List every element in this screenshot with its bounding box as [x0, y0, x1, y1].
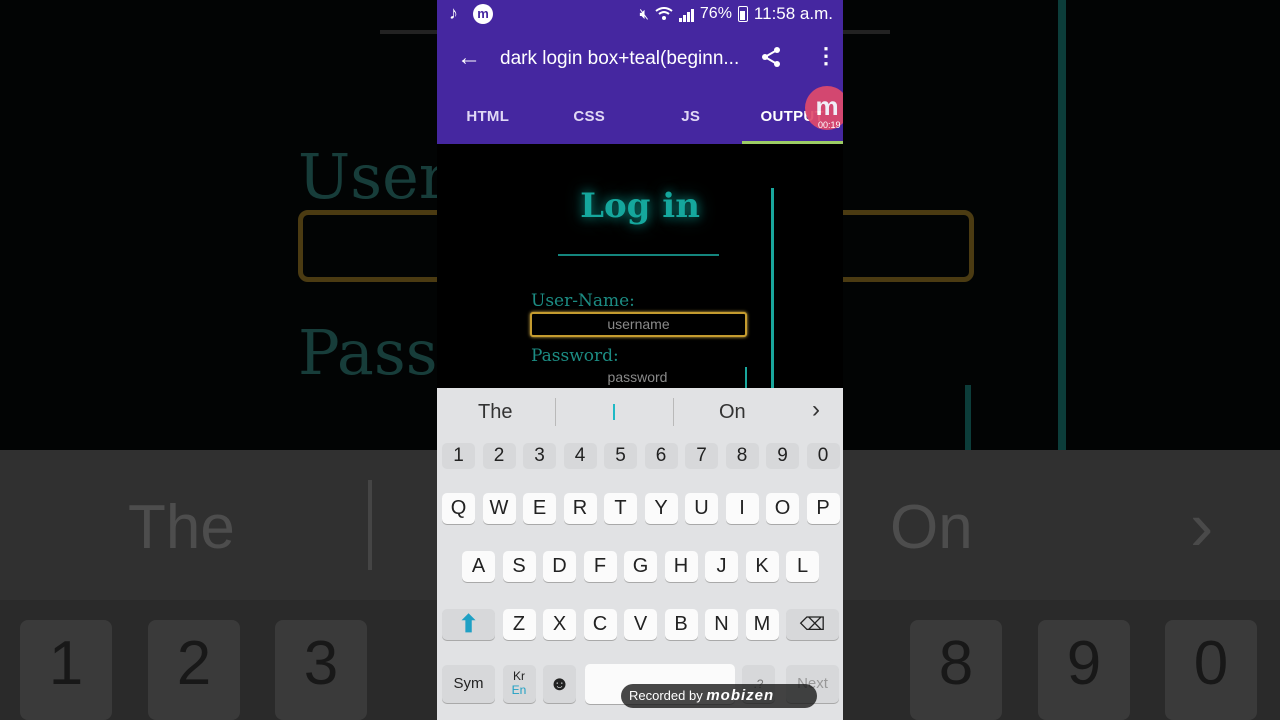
bg-suggestion-divider: [368, 480, 372, 570]
bg-suggestion-the: The: [128, 493, 235, 562]
bg-chevron-right-icon: ›: [1190, 487, 1214, 565]
login-heading: Log in: [580, 186, 700, 226]
bg-key: 2: [148, 620, 240, 720]
key-e[interactable]: E: [523, 493, 556, 524]
editor-tabs: HTML CSS JS OUTPUT: [437, 90, 843, 144]
key-y[interactable]: Y: [644, 493, 678, 524]
key-c[interactable]: C: [583, 609, 617, 640]
shift-key[interactable]: ⬆: [442, 609, 495, 640]
key-g[interactable]: G: [624, 551, 657, 582]
more-options-icon[interactable]: ⋮: [815, 44, 837, 68]
language-key-kr: Kr: [513, 669, 525, 683]
backspace-key[interactable]: ⌫: [786, 609, 839, 640]
mute-icon: 🔇︎: [639, 5, 649, 23]
key-h[interactable]: H: [664, 551, 698, 582]
key-v[interactable]: V: [624, 609, 657, 640]
key-5[interactable]: 5: [604, 443, 637, 469]
bg-key: 9: [1038, 620, 1130, 720]
heading-underline: [558, 254, 719, 256]
key-m[interactable]: M: [745, 609, 779, 640]
key-7[interactable]: 7: [685, 443, 718, 469]
key-2[interactable]: 2: [482, 443, 516, 469]
battery-percent: 76%: [699, 5, 732, 22]
key-u[interactable]: U: [685, 493, 718, 524]
bg-suggestion-on: On: [890, 493, 973, 562]
recording-watermark: Recorded by mobizen: [621, 684, 817, 708]
shift-arrow-icon: ⬆: [458, 611, 479, 638]
key-6[interactable]: 6: [644, 443, 678, 469]
bg-key: 1: [20, 620, 112, 720]
battery-icon: [737, 6, 748, 22]
mobizen-logo: mobizen: [706, 687, 775, 704]
key-8[interactable]: 8: [725, 443, 759, 469]
recorder-elapsed-time: 00:19: [818, 120, 841, 130]
output-preview: Log in User-Name: username Password: pas…: [437, 144, 843, 388]
key-0[interactable]: 0: [806, 443, 840, 469]
key-s[interactable]: S: [502, 551, 536, 582]
tab-css[interactable]: CSS: [539, 90, 641, 144]
key-4[interactable]: 4: [563, 443, 597, 469]
login-box-border: [771, 188, 774, 388]
keyboard: 1 2 3 4 5 6 7 8 9 0 Q W E R T Y U I O P …: [437, 436, 843, 720]
back-arrow-icon[interactable]: ←: [457, 44, 481, 72]
bg-key: 3: [275, 620, 367, 720]
suggestion-bar: The On ›: [437, 388, 843, 436]
key-b[interactable]: B: [664, 609, 698, 640]
key-z[interactable]: Z: [502, 609, 536, 640]
key-3[interactable]: 3: [523, 443, 556, 469]
emoji-icon: ☻: [548, 673, 571, 695]
username-label: User-Name:: [531, 291, 635, 311]
key-9[interactable]: 9: [766, 443, 799, 469]
bg-side-line-2: [965, 385, 971, 450]
language-key-en: En: [511, 683, 527, 697]
password-label: Password:: [531, 346, 619, 366]
key-p[interactable]: P: [806, 493, 840, 524]
page-title: dark login box+teal(beginn...: [500, 48, 740, 69]
key-o[interactable]: O: [766, 493, 799, 524]
key-k[interactable]: K: [745, 551, 779, 582]
key-i[interactable]: I: [725, 493, 759, 524]
suggestion-on[interactable]: On: [719, 388, 746, 436]
bg-key: 0: [1165, 620, 1257, 720]
key-j[interactable]: J: [705, 551, 738, 582]
emoji-key[interactable]: ☻: [543, 665, 576, 703]
mobizen-status-icon: m: [473, 4, 493, 24]
phone-screen: ♪ m 🔇︎ 76% 11:58 a.m. ← dark login box+t…: [437, 0, 843, 720]
key-x[interactable]: X: [543, 609, 576, 640]
bg-side-line: [1058, 0, 1066, 450]
share-icon[interactable]: [759, 45, 783, 69]
wifi-icon: [655, 7, 673, 20]
key-1[interactable]: 1: [442, 443, 475, 469]
key-d[interactable]: D: [543, 551, 576, 582]
chevron-right-icon[interactable]: ›: [812, 396, 820, 424]
key-t[interactable]: T: [604, 493, 637, 524]
suggestion-divider: [673, 398, 674, 426]
suggestion-cursor[interactable]: [613, 404, 615, 420]
tab-html[interactable]: HTML: [437, 90, 539, 144]
password-input[interactable]: password: [530, 367, 747, 388]
key-n[interactable]: N: [705, 609, 738, 640]
suggestion-the[interactable]: The: [478, 388, 512, 436]
key-f[interactable]: F: [583, 551, 617, 582]
bg-key: 8: [910, 620, 1002, 720]
username-input[interactable]: username: [530, 312, 747, 337]
status-bar: ♪ m 🔇︎ 76% 11:58 a.m.: [437, 0, 843, 28]
music-note-icon: ♪: [449, 3, 458, 23]
language-key[interactable]: Kr En: [502, 665, 536, 703]
app-bar: ← dark login box+teal(beginn... ⋮: [437, 28, 843, 90]
key-w[interactable]: W: [482, 493, 516, 524]
key-q[interactable]: Q: [442, 493, 475, 524]
sym-key[interactable]: Sym: [442, 665, 495, 703]
key-l[interactable]: L: [786, 551, 819, 582]
signal-icon: [678, 6, 694, 22]
suggestion-divider: [555, 398, 556, 426]
tab-js[interactable]: JS: [640, 90, 742, 144]
key-a[interactable]: A: [462, 551, 495, 582]
backspace-icon: ⌫: [799, 614, 826, 634]
recorded-by-label: Recorded by: [629, 688, 703, 703]
clock: 11:58 a.m.: [753, 4, 833, 23]
key-r[interactable]: R: [563, 493, 597, 524]
